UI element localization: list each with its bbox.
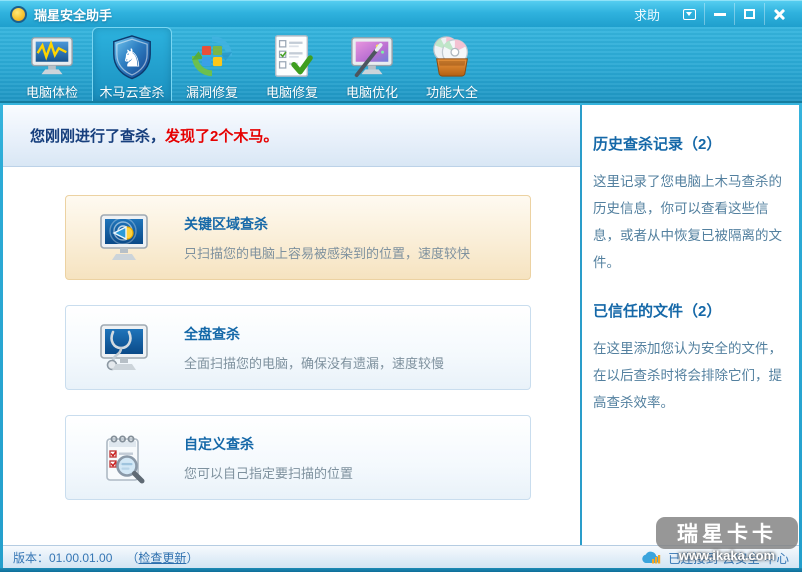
- scan-card-description: 全面扫描您的电脑，确保没有遗漏，速度较慢: [184, 353, 444, 372]
- toolbar-item-pc-optimize[interactable]: 电脑优化: [332, 27, 412, 101]
- key-area-scan-icon: [96, 210, 152, 266]
- history-records-description: 这里记录了您电脑上木马查杀的历史信息，你可以查看这些信息，或者从中恢复已被隔离的…: [593, 168, 783, 276]
- close-button[interactable]: [764, 3, 794, 25]
- history-records-link[interactable]: 历史查杀记录（2）: [593, 133, 783, 154]
- watermark-url: www.ikaka.com: [656, 548, 798, 563]
- close-icon: [773, 8, 786, 21]
- svg-text:♞: ♞: [121, 43, 143, 72]
- scan-card-description: 只扫描您的电脑上容易被感染到的位置，速度较快: [184, 243, 470, 262]
- toolbar-item-label: 电脑修复: [266, 82, 318, 101]
- toolbar-item-label: 功能大全: [426, 82, 478, 101]
- windows-refresh-icon: [189, 32, 235, 80]
- minimize-icon: [714, 13, 726, 16]
- monitor-wand-icon: [349, 32, 395, 80]
- toolbar-item-label: 电脑体检: [26, 82, 78, 101]
- info-sidebar: 历史查杀记录（2） 这里记录了您电脑上木马查杀的历史信息，你可以查看这些信息，或…: [580, 105, 799, 545]
- window-title: 瑞星安全助手: [34, 5, 112, 24]
- trusted-files-description: 在这里添加您认为安全的文件，在以后查杀时将会排除它们，提高查杀效率。: [593, 335, 783, 416]
- check-update-link[interactable]: 检查更新: [138, 551, 186, 565]
- main-panel: 您刚刚进行了查杀， 发现了2个木马。: [3, 105, 580, 545]
- disc-box-icon: [429, 32, 475, 80]
- checklist-check-icon: [269, 32, 315, 80]
- toolbar-item-pc-checkup[interactable]: 电脑体检: [12, 27, 92, 101]
- scan-card-description: 您可以自己指定要扫描的位置: [184, 463, 353, 482]
- scan-card-key-area[interactable]: 关键区域查杀 只扫描您的电脑上容易被感染到的位置，速度较快: [65, 195, 531, 280]
- scan-card-title: 自定义查杀: [184, 434, 353, 454]
- toolbar-item-label: 漏洞修复: [186, 82, 238, 101]
- update-check: （检查更新）: [126, 549, 198, 566]
- help-link[interactable]: 求助: [634, 5, 660, 24]
- paren-open: （: [126, 551, 138, 565]
- scan-card-title: 关键区域查杀: [184, 214, 470, 234]
- scan-card-full-disk[interactable]: 全盘查杀 全面扫描您的电脑，确保没有遗漏，速度较慢: [65, 305, 531, 390]
- maximize-icon: [744, 9, 755, 19]
- toolbar-item-trojan-cloud-scan[interactable]: ♞ 木马云查杀: [92, 27, 172, 101]
- main-toolbar: 电脑体检 ♞ 木马云查杀: [0, 27, 802, 103]
- trusted-files-link[interactable]: 已信任的文件（2）: [593, 300, 783, 321]
- watermark: 瑞星卡卡 www.ikaka.com: [656, 517, 798, 563]
- paren-close: ）: [186, 551, 198, 565]
- sidebar-section-history: 历史查杀记录（2） 这里记录了您电脑上木马查杀的历史信息，你可以查看这些信息，或…: [593, 133, 783, 276]
- content-area: 您刚刚进行了查杀， 发现了2个木马。: [3, 105, 799, 545]
- menu-dropdown-button[interactable]: [674, 3, 704, 25]
- monitor-waveform-icon: [29, 32, 75, 80]
- scan-options-list: 关键区域查杀 只扫描您的电脑上容易被感染到的位置，速度较快: [3, 167, 580, 500]
- shield-knight-icon: ♞: [109, 33, 155, 80]
- window-controls: [674, 3, 794, 25]
- titlebar: 瑞星安全助手 求助: [0, 0, 802, 27]
- window-bottom-edge: [0, 568, 802, 572]
- scan-card-title: 全盘查杀: [184, 324, 444, 344]
- watermark-title: 瑞星卡卡: [656, 517, 798, 549]
- maximize-button[interactable]: [734, 3, 764, 25]
- toolbar-item-label: 电脑优化: [346, 82, 398, 101]
- toolbar-item-vulnerability-fix[interactable]: 漏洞修复: [172, 27, 252, 101]
- toolbar-item-pc-repair[interactable]: 电脑修复: [252, 27, 332, 101]
- sidebar-section-trusted: 已信任的文件（2） 在这里添加您认为安全的文件，在以后查杀时将会排除它们，提高查…: [593, 300, 783, 416]
- scan-result-banner: 您刚刚进行了查杀， 发现了2个木马。: [3, 105, 580, 167]
- toolbar-item-all-features[interactable]: 功能大全: [412, 27, 492, 101]
- custom-scan-icon: [96, 430, 152, 486]
- app-window: 瑞星安全助手 求助 电脑体检: [0, 0, 802, 572]
- minimize-button[interactable]: [704, 3, 734, 25]
- app-logo-icon: [10, 6, 27, 23]
- full-disk-scan-icon: [96, 320, 152, 376]
- scan-result-text: 您刚刚进行了查杀，: [30, 125, 165, 146]
- version-label: 版本：01.00.01.00: [13, 549, 112, 566]
- scan-result-alert: 发现了2个木马。: [165, 125, 278, 146]
- menu-dropdown-icon: [683, 9, 696, 20]
- toolbar-item-label: 木马云查杀: [99, 82, 164, 101]
- scan-card-custom[interactable]: 自定义查杀 您可以自己指定要扫描的位置: [65, 415, 531, 500]
